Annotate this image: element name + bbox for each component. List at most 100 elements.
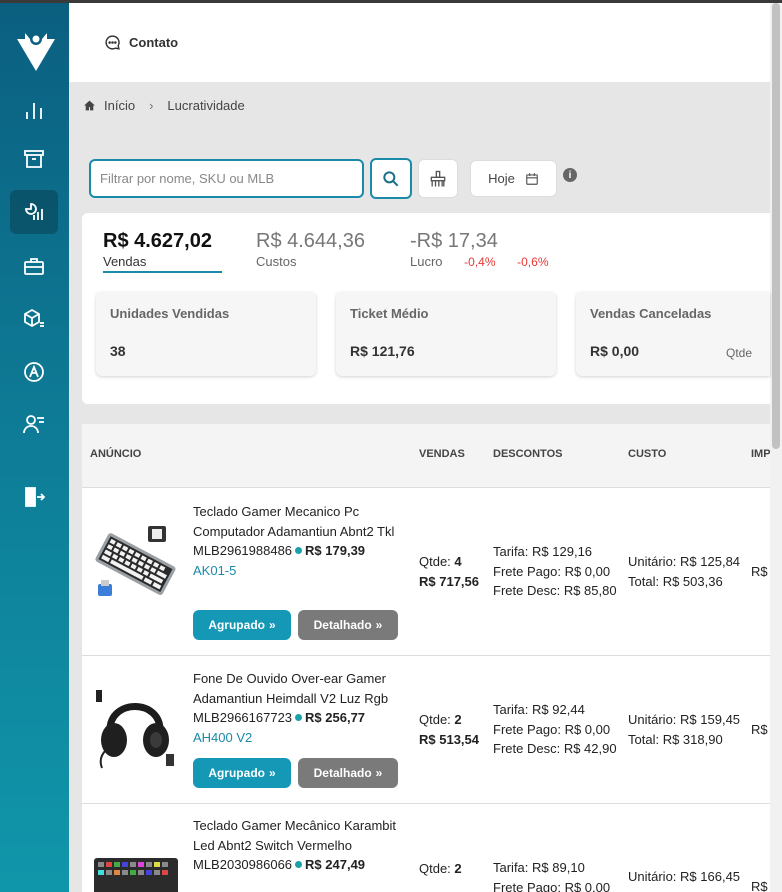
mlb-code[interactable]: MLB2961988486 (193, 543, 292, 558)
brand-logo-icon[interactable] (17, 29, 55, 71)
card-value: R$ 0,00 (590, 343, 640, 359)
sidebar-item-dashboard[interactable] (10, 89, 58, 133)
card-unidades-vendidas: Unidades Vendidas 38 (96, 292, 316, 376)
product-keyboard-image (94, 858, 178, 892)
custos-label: Custos (256, 254, 297, 269)
tarifa-label: Tarifa: (493, 860, 529, 875)
detalhado-button[interactable]: Detalhado» (298, 758, 398, 788)
qtde-label: Qtde: (419, 861, 451, 876)
unitario-value: R$ 125,84 (680, 554, 741, 569)
sidebar (0, 3, 69, 892)
product-price: R$ 247,49 (305, 857, 366, 872)
product-mlb-line: MLB2030986066 R$ 247,49 (193, 855, 403, 875)
unitario-label: Unitário: (628, 712, 677, 727)
frete-pago-label: Frete Pago: (493, 563, 561, 579)
vendas-total: R$ 513,54 (419, 731, 479, 747)
col-descontos[interactable]: DESCONTOS (493, 448, 562, 460)
double-chevron-right-icon: » (375, 618, 383, 632)
breadcrumb-current: Lucratividade (167, 98, 245, 113)
pie-bars-icon (25, 203, 43, 220)
col-custo[interactable]: CUSTO (628, 448, 666, 460)
mlb-code[interactable]: MLB2966167723 (193, 710, 292, 725)
search-icon (383, 170, 399, 186)
custo-total-value: R$ 503,36 (662, 573, 723, 589)
frete-pago-label: Frete Pago: (493, 879, 561, 892)
detalhado-button[interactable]: Detalhado» (298, 610, 398, 640)
descontos-cell: Tarifa: R$ 89,10 Frete Pago: R$ 0,00 (493, 858, 610, 892)
search-button[interactable] (370, 158, 412, 199)
tarifa-value: R$ 129,16 (532, 544, 593, 559)
col-vendas[interactable]: VENDAS (419, 448, 465, 460)
vendas-cell: Qtde: 2 (419, 859, 462, 879)
card-title: Vendas Canceladas (590, 306, 712, 321)
sidebar-item-marketplace[interactable] (10, 350, 58, 394)
home-icon[interactable] (83, 99, 96, 112)
table-row: Fone De Ouvido Over-ear Gamer Adamantiun… (82, 656, 770, 804)
unitario-value: R$ 166,45 (680, 869, 741, 884)
info-icon[interactable]: i (563, 168, 577, 182)
vendas-label: Vendas (103, 254, 222, 273)
sidebar-item-archive[interactable] (10, 137, 58, 181)
sidebar-item-lucratividade[interactable] (10, 190, 58, 234)
unitario-value: R$ 159,45 (680, 712, 741, 727)
sidebar-item-products[interactable] (10, 244, 58, 288)
frete-desc-label: Frete Desc: (493, 741, 561, 756)
clear-filters-button[interactable] (418, 159, 458, 198)
contato-label: Contato (129, 35, 179, 50)
custos-value: R$ 4.644,36 (256, 230, 365, 252)
total-label: Total: (628, 573, 660, 589)
briefcase-icon (24, 258, 44, 275)
agrupado-button[interactable]: Agrupado» (193, 758, 291, 788)
frete-desc-value: R$ 42,90 (563, 741, 617, 756)
product-price: R$ 256,77 (305, 710, 366, 725)
product-title[interactable]: Fone De Ouvido Over-ear Gamer Adamantiun… (193, 669, 403, 708)
qtde-value: 4 (454, 554, 462, 569)
sidebar-item-logout[interactable] (10, 475, 58, 519)
frete-pago-label: Frete Pago: (493, 721, 561, 737)
product-title[interactable]: Teclado Gamer Mecanico Pc Computador Ada… (193, 502, 403, 541)
mlb-code[interactable]: MLB2030986066 (193, 857, 292, 872)
lucro-label-row: Lucro -0,4% -0,6% (410, 254, 549, 269)
product-mlb-line: MLB2961988486 R$ 179,39 (193, 541, 403, 561)
product-sku[interactable]: AK01-5 (193, 561, 403, 581)
product-info: Fone De Ouvido Over-ear Gamer Adamantiun… (193, 669, 403, 747)
double-chevron-right-icon: » (268, 766, 276, 780)
status-dot (295, 861, 303, 868)
custo-cell: Unitário: R$ 166,45 (628, 867, 740, 887)
agrupado-button[interactable]: Agrupado» (193, 610, 291, 640)
broom-icon (430, 170, 446, 186)
date-filter-button[interactable]: Hoje (470, 160, 557, 197)
sidebar-item-users[interactable] (10, 402, 58, 446)
metric-lucro[interactable]: -R$ 17,34 Lucro -0,4% -0,6% (410, 230, 549, 269)
qtde-value: 2 (454, 861, 462, 876)
breadcrumb-home[interactable]: Início (104, 98, 135, 113)
card-value: R$ 121,76 (350, 343, 415, 359)
lucro-label: Lucro (410, 254, 443, 269)
qtde-label: Qtde: (419, 554, 451, 569)
date-label: Hoje (488, 171, 515, 186)
product-title[interactable]: Teclado Gamer Mecânico Karambit Led Abnt… (193, 816, 403, 855)
card-value: 38 (110, 343, 126, 359)
frete-pago-value: R$ 0,00 (564, 879, 611, 892)
tarifa-value: R$ 92,44 (532, 702, 585, 717)
scrollbar-thumb[interactable] (772, 3, 780, 449)
product-sku[interactable]: AH400 V2 (193, 728, 403, 748)
circle-a-icon (24, 362, 44, 382)
col-anuncio[interactable]: ANÚNCIO (90, 448, 141, 460)
vendas-cell: Qtde: 4 R$ 717,56 (419, 552, 479, 591)
descontos-cell: Tarifa: R$ 92,44 Frete Pago: R$ 0,00 Fre… (493, 700, 617, 759)
metric-vendas[interactable]: R$ 4.627,02 Vendas (103, 230, 222, 273)
tarifa-label: Tarifa: (493, 544, 529, 559)
frete-pago-value: R$ 0,00 (564, 721, 611, 737)
imp-cell: R$ (751, 564, 768, 579)
col-imp[interactable]: IMP (751, 448, 770, 460)
contato-link[interactable]: Contato (104, 34, 178, 51)
vertical-scrollbar[interactable] (770, 3, 782, 892)
descontos-cell: Tarifa: R$ 129,16 Frete Pago: R$ 0,00 Fr… (493, 542, 617, 601)
search-input[interactable] (89, 159, 364, 198)
sidebar-item-inventory[interactable] (10, 297, 58, 341)
agrupado-label: Agrupado (208, 766, 265, 780)
detalhado-label: Detalhado (313, 766, 372, 780)
metric-custos[interactable]: R$ 4.644,36 Custos (256, 230, 365, 269)
lucro-value: -R$ 17,34 (410, 230, 498, 252)
